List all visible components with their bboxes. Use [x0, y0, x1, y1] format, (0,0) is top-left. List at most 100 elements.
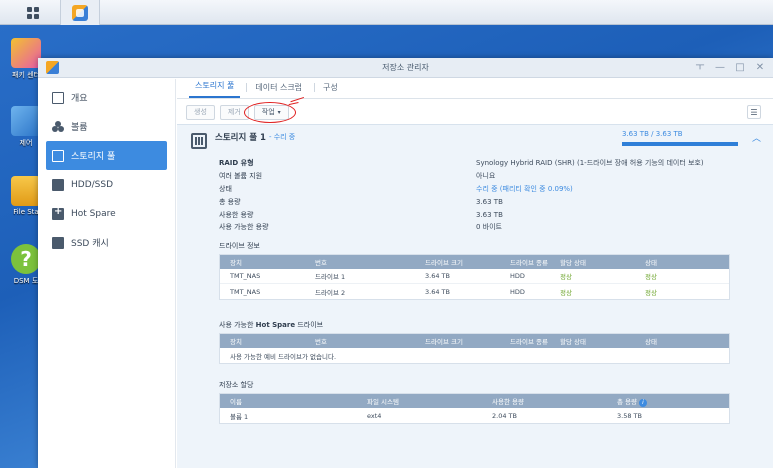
status-link[interactable]: 수리 중 (패리티 확인 중 0.09%)	[476, 184, 573, 194]
table-row: 사용 가능한 예비 드라이브가 없습니다.	[220, 348, 729, 363]
pool-status: - 수리 중	[268, 133, 296, 141]
column-header-label: 총 용량	[617, 397, 638, 406]
table-cell: 드라이브 2	[315, 288, 346, 297]
main-menu-button[interactable]	[13, 0, 53, 25]
sidebar-item-label: SSD 캐시	[71, 239, 109, 249]
property-row: 상태 수리 중 (패리티 확인 중 0.09%)	[219, 183, 739, 196]
sidebar-item-storage-pool[interactable]: 스토리지 풀	[46, 141, 167, 170]
column-header: 사용한 용량	[492, 398, 524, 406]
column-header: 파일 시스템	[367, 398, 399, 406]
property-row: RAID 유형 Synology Hybrid RAID (SHR) (1-드라…	[219, 157, 739, 170]
column-header: 번호	[315, 338, 327, 346]
folder-icon	[11, 176, 41, 206]
property-row: 사용한 용량 3.63 TB	[219, 208, 739, 221]
taskbar-storage-manager-button[interactable]	[60, 0, 100, 25]
close-button[interactable]: ✕	[755, 61, 765, 75]
sidebar-item-overview[interactable]: 개요	[46, 83, 167, 112]
sidebar-item-label: Hot Spare	[71, 208, 116, 219]
property-value: 3.63 TB	[476, 197, 503, 206]
hot-spare-title-suffix: 드라이브	[295, 321, 324, 329]
hot-spare-title-bold: Hot Spare	[255, 321, 296, 329]
table-row[interactable]: TMT_NAS 드라이브 2 3.64 TB HDD 정상 정상	[220, 284, 729, 299]
pool-properties: RAID 유형 Synology Hybrid RAID (SHR) (1-드라…	[219, 157, 739, 234]
sidebar-item-label: 스토리지 풀	[71, 152, 116, 162]
table-header: 장치 번호 드라이브 크기 드라이브 종류 할당 상태 상태	[220, 255, 729, 269]
list-view-toggle-button[interactable]: ☰	[747, 105, 761, 119]
column-header: 장치	[230, 338, 242, 346]
minimize-button[interactable]: —	[715, 61, 725, 75]
window-title: 저장소 관리자	[382, 63, 429, 72]
column-header-total: 총 용량 i	[607, 396, 727, 407]
capacity-text: 3.63 TB / 3.63 TB	[622, 130, 683, 138]
table-cell: 드라이브 1	[315, 273, 346, 281]
tab-divider	[246, 83, 248, 92]
annotation-stroke	[288, 102, 300, 109]
property-row: 총 용량 3.63 TB	[219, 195, 739, 208]
storage-pool-icon	[52, 149, 64, 162]
pool-header: 스토리지 풀 1 - 수리 중	[191, 129, 296, 149]
sidebar-item-label: 개요	[71, 94, 88, 104]
property-key: 여러 볼륨 지원	[219, 172, 263, 181]
table-row[interactable]: TMT_NAS 드라이브 1 3.64 TB HDD 정상 정상	[220, 269, 729, 284]
column-header: 드라이브 종류	[510, 338, 548, 346]
property-key: 상태	[219, 184, 232, 193]
main-content: 스토리지 풀 데이터 스크럽 구성 생성 제거 작업 ▾ ☰ 스토리지 풀 1 …	[177, 79, 773, 468]
sidebar-item-hot-spare[interactable]: Hot Spare	[46, 199, 167, 228]
table-cell: 3.58 TB	[617, 411, 642, 420]
column-header: 할당 상태	[560, 259, 586, 267]
grid-icon	[27, 6, 39, 19]
volume-icon	[52, 120, 64, 133]
help-icon: ?	[11, 244, 41, 274]
hot-spare-title-prefix: 사용 가능한	[219, 321, 256, 329]
drive-info-title: 드라이브 정보	[219, 242, 260, 250]
hdd-icon	[52, 178, 64, 191]
sidebar-item-volume[interactable]: 볼륨	[46, 112, 167, 141]
column-header: 장치	[230, 259, 242, 267]
collapse-chevron-icon[interactable]: ︿	[752, 131, 761, 144]
tab-config[interactable]: 구성	[317, 82, 344, 98]
table-cell: 정상	[645, 273, 657, 281]
title-bar[interactable]: 저장소 관리자 ㅜ — □ ✕	[38, 58, 773, 78]
pin-button[interactable]: ㅜ	[695, 61, 705, 75]
column-header: 번호	[315, 259, 327, 267]
property-value: 아니요	[476, 172, 496, 181]
column-header: 상태	[645, 338, 657, 346]
table-cell: 3.64 TB	[425, 272, 450, 280]
sidebar-item-label: HDD/SSD	[71, 179, 114, 190]
table-row[interactable]: 볼륨 1 ext4 2.04 TB 3.58 TB	[220, 408, 729, 423]
tab-data-scrub[interactable]: 데이터 스크럽	[249, 82, 308, 98]
maximize-button[interactable]: □	[735, 61, 745, 75]
sidebar-item-ssd-cache[interactable]: SSD 캐시	[46, 228, 167, 257]
table-cell: TMT_NAS	[230, 287, 261, 296]
table-cell: HDD	[510, 287, 525, 296]
package-center-icon	[11, 38, 41, 68]
table-cell: 3.64 TB	[425, 287, 450, 296]
toolbar: 생성 제거 작업 ▾ ☰	[177, 96, 773, 125]
table-cell: 2.04 TB	[492, 411, 517, 420]
property-value: 0 바이트	[476, 223, 502, 232]
property-value: Synology Hybrid RAID (SHR) (1-드라이브 장애 허용…	[476, 159, 704, 168]
tab-storage-pool[interactable]: 스토리지 풀	[189, 80, 241, 98]
control-panel-icon	[11, 106, 41, 136]
taskbar	[0, 0, 773, 25]
ssd-cache-icon	[52, 236, 64, 249]
table-header: 장치 번호 드라이브 크기 드라이브 종류 할당 상태 상태	[220, 334, 729, 348]
hot-spare-icon	[52, 206, 64, 220]
storage-alloc-title: 저장소 할당	[219, 381, 254, 389]
create-button[interactable]: 생성	[186, 104, 215, 120]
empty-message: 사용 가능한 예비 드라이브가 없습니다.	[230, 352, 337, 361]
storage-manager-icon	[72, 4, 88, 21]
storage-manager-icon	[46, 61, 59, 74]
property-key: 총 용량	[219, 197, 241, 206]
tab-divider	[314, 83, 316, 92]
column-header: 드라이브 크기	[425, 259, 463, 267]
overview-icon	[52, 91, 64, 104]
capacity-bar	[622, 142, 738, 146]
pool-name: 스토리지 풀 1	[215, 133, 266, 143]
storage-alloc-table: 이름 파일 시스템 사용한 용량 총 용량 i 볼륨 1 ext4 2.04 TB…	[219, 393, 730, 424]
info-icon[interactable]: i	[639, 398, 648, 407]
sidebar-item-hdd-ssd[interactable]: HDD/SSD	[46, 170, 167, 199]
property-row: 사용 가능한 용량 0 바이트	[219, 221, 739, 234]
sidebar-item-label: 볼륨	[71, 123, 88, 133]
column-header: 이름	[230, 398, 242, 406]
